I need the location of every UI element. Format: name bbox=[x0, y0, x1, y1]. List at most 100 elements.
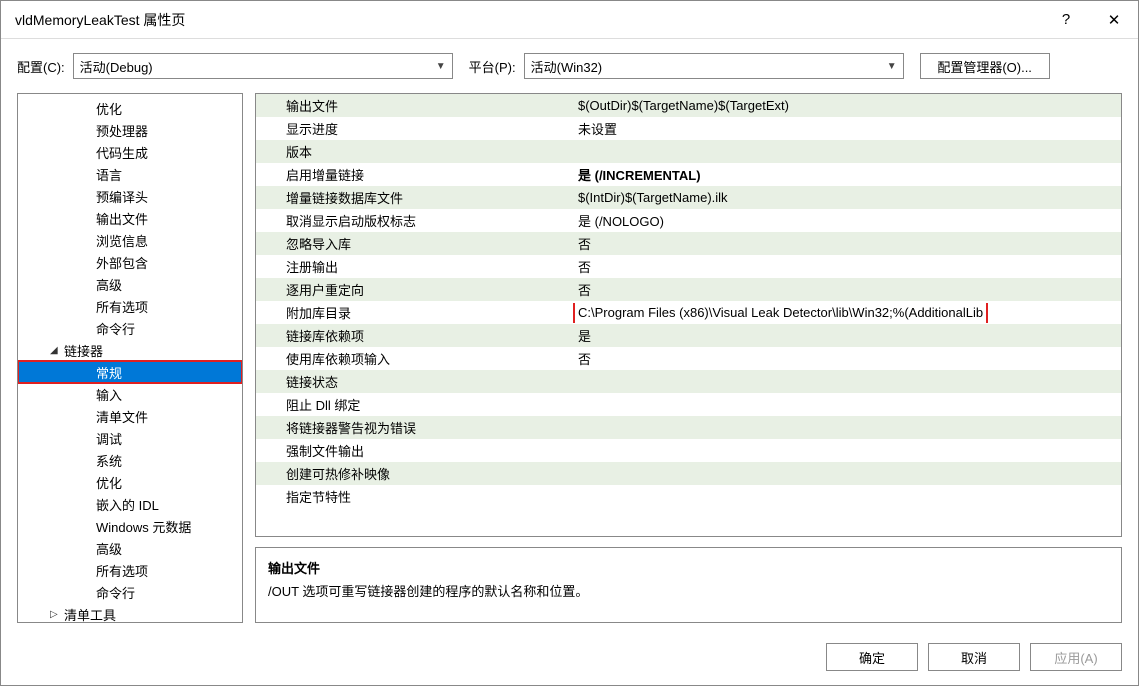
property-value[interactable]: 是 (/INCREMENTAL) bbox=[572, 165, 1121, 184]
property-label: 增量链接数据库文件 bbox=[256, 188, 572, 207]
tree-item[interactable]: 预编译头 bbox=[18, 185, 242, 207]
right-panel: 输出文件$(OutDir)$(TargetName)$(TargetExt)显示… bbox=[255, 93, 1122, 623]
property-label: 取消显示启动版权标志 bbox=[256, 211, 572, 230]
property-label: 注册输出 bbox=[256, 257, 572, 276]
tree-item[interactable]: 系统 bbox=[18, 449, 242, 471]
property-value[interactable]: 否 bbox=[572, 349, 1121, 368]
tree-item-label: 预处理器 bbox=[96, 121, 148, 140]
titlebar: vldMemoryLeakTest 属性页 ? ✕ bbox=[1, 1, 1138, 39]
property-label: 指定节特性 bbox=[256, 487, 572, 506]
property-row[interactable]: 取消显示启动版权标志是 (/NOLOGO) bbox=[256, 209, 1121, 232]
tree-item[interactable]: 高级 bbox=[18, 273, 242, 295]
property-value[interactable]: $(IntDir)$(TargetName).ilk bbox=[572, 190, 1121, 205]
tree-item[interactable]: 代码生成 bbox=[18, 141, 242, 163]
property-value[interactable]: 否 bbox=[572, 280, 1121, 299]
property-label: 使用库依赖项输入 bbox=[256, 349, 572, 368]
content: 优化预处理器代码生成语言预编译头输出文件浏览信息外部包含高级所有选项命令行◢链接… bbox=[1, 93, 1138, 633]
property-row[interactable]: 链接库依赖项是 bbox=[256, 324, 1121, 347]
tree-item[interactable]: 高级 bbox=[18, 537, 242, 559]
toolbar: 配置(C): 活动(Debug) ▼ 平台(P): 活动(Win32) ▼ 配置… bbox=[1, 39, 1138, 93]
property-label: 启用增量链接 bbox=[256, 165, 572, 184]
tree-item[interactable]: 优化 bbox=[18, 471, 242, 493]
tree-item-label: 预编译头 bbox=[96, 187, 148, 206]
tree-item[interactable]: 输出文件 bbox=[18, 207, 242, 229]
property-row[interactable]: 增量链接数据库文件$(IntDir)$(TargetName).ilk bbox=[256, 186, 1121, 209]
property-row[interactable]: 启用增量链接是 (/INCREMENTAL) bbox=[256, 163, 1121, 186]
property-label: 阻止 Dll 绑定 bbox=[256, 395, 572, 414]
property-row[interactable]: 将链接器警告视为错误 bbox=[256, 416, 1121, 439]
nav-tree[interactable]: 优化预处理器代码生成语言预编译头输出文件浏览信息外部包含高级所有选项命令行◢链接… bbox=[17, 93, 243, 623]
property-label: 逐用户重定向 bbox=[256, 280, 572, 299]
property-row[interactable]: 逐用户重定向否 bbox=[256, 278, 1121, 301]
property-row[interactable]: 使用库依赖项输入否 bbox=[256, 347, 1121, 370]
tree-item-label: 所有选项 bbox=[96, 297, 148, 316]
chevron-down-icon: ▼ bbox=[887, 61, 897, 72]
property-row[interactable]: 显示进度未设置 bbox=[256, 117, 1121, 140]
property-row[interactable]: 附加库目录C:\Program Files (x86)\Visual Leak … bbox=[256, 301, 1121, 324]
description-title: 输出文件 bbox=[268, 558, 1109, 577]
property-value[interactable]: 否 bbox=[572, 257, 1121, 276]
property-row[interactable]: 指定节特性 bbox=[256, 485, 1121, 508]
tree-item[interactable]: ▷清单工具 bbox=[18, 603, 242, 623]
tree-item[interactable]: 调试 bbox=[18, 427, 242, 449]
footer: 确定 取消 应用(A) bbox=[1, 633, 1138, 685]
tree-item-label: 浏览信息 bbox=[96, 231, 148, 250]
tree-item-label: 链接器 bbox=[64, 341, 103, 360]
tree-item-label: 系统 bbox=[96, 451, 122, 470]
tree-item[interactable]: 预处理器 bbox=[18, 119, 242, 141]
tree-item-label: 输入 bbox=[96, 385, 122, 404]
tree-item[interactable]: 所有选项 bbox=[18, 559, 242, 581]
tree-item[interactable]: 优化 bbox=[18, 97, 242, 119]
tree-item[interactable]: 外部包含 bbox=[18, 251, 242, 273]
tree-item[interactable]: 嵌入的 IDL bbox=[18, 493, 242, 515]
tree-item[interactable]: 输入 bbox=[18, 383, 242, 405]
tree-item-label: 输出文件 bbox=[96, 209, 148, 228]
tree-item-label: 命令行 bbox=[96, 583, 135, 602]
property-label: 忽略导入库 bbox=[256, 234, 572, 253]
property-row[interactable]: 强制文件输出 bbox=[256, 439, 1121, 462]
dialog-window: vldMemoryLeakTest 属性页 ? ✕ 配置(C): 活动(Debu… bbox=[0, 0, 1139, 686]
property-value[interactable]: $(OutDir)$(TargetName)$(TargetExt) bbox=[572, 98, 1121, 113]
platform-select[interactable]: 活动(Win32) ▼ bbox=[524, 53, 904, 79]
property-label: 显示进度 bbox=[256, 119, 572, 138]
property-value[interactable]: 未设置 bbox=[572, 119, 1121, 138]
property-row[interactable]: 版本 bbox=[256, 140, 1121, 163]
property-value[interactable]: 是 (/NOLOGO) bbox=[572, 211, 1121, 230]
tree-item-label: 嵌入的 IDL bbox=[96, 495, 159, 514]
close-button[interactable]: ✕ bbox=[1090, 1, 1138, 39]
tree-item[interactable]: ◢链接器 bbox=[18, 339, 242, 361]
property-label: 强制文件输出 bbox=[256, 441, 572, 460]
property-row[interactable]: 忽略导入库否 bbox=[256, 232, 1121, 255]
tree-item[interactable]: 常规 bbox=[18, 361, 242, 383]
property-row[interactable]: 链接状态 bbox=[256, 370, 1121, 393]
property-value[interactable]: 是 bbox=[572, 326, 1121, 345]
tree-item-label: 高级 bbox=[96, 539, 122, 558]
config-select[interactable]: 活动(Debug) ▼ bbox=[73, 53, 453, 79]
tree-item[interactable]: 所有选项 bbox=[18, 295, 242, 317]
tree-item[interactable]: 命令行 bbox=[18, 317, 242, 339]
tree-item[interactable]: Windows 元数据 bbox=[18, 515, 242, 537]
cancel-button[interactable]: 取消 bbox=[928, 643, 1020, 671]
tree-item-label: 高级 bbox=[96, 275, 122, 294]
description-panel: 输出文件 /OUT 选项可重写链接器创建的程序的默认名称和位置。 bbox=[255, 547, 1122, 623]
property-value[interactable]: 否 bbox=[572, 234, 1121, 253]
property-row[interactable]: 注册输出否 bbox=[256, 255, 1121, 278]
property-value[interactable]: C:\Program Files (x86)\Visual Leak Detec… bbox=[572, 303, 1121, 323]
tree-item[interactable]: 浏览信息 bbox=[18, 229, 242, 251]
help-button[interactable]: ? bbox=[1042, 1, 1090, 39]
tree-item[interactable]: 命令行 bbox=[18, 581, 242, 603]
ok-button[interactable]: 确定 bbox=[826, 643, 918, 671]
tree-item-label: 调试 bbox=[96, 429, 122, 448]
property-row[interactable]: 输出文件$(OutDir)$(TargetName)$(TargetExt) bbox=[256, 94, 1121, 117]
property-row[interactable]: 阻止 Dll 绑定 bbox=[256, 393, 1121, 416]
tree-item-label: 常规 bbox=[96, 363, 122, 382]
config-manager-button[interactable]: 配置管理器(O)... bbox=[920, 53, 1050, 79]
tree-item[interactable]: 清单文件 bbox=[18, 405, 242, 427]
triangle-down-icon: ◢ bbox=[50, 345, 64, 356]
tree-item-label: 清单文件 bbox=[96, 407, 148, 426]
tree-item[interactable]: 语言 bbox=[18, 163, 242, 185]
property-row[interactable]: 创建可热修补映像 bbox=[256, 462, 1121, 485]
tree-item-label: 代码生成 bbox=[96, 143, 148, 162]
property-label: 链接库依赖项 bbox=[256, 326, 572, 345]
apply-button[interactable]: 应用(A) bbox=[1030, 643, 1122, 671]
